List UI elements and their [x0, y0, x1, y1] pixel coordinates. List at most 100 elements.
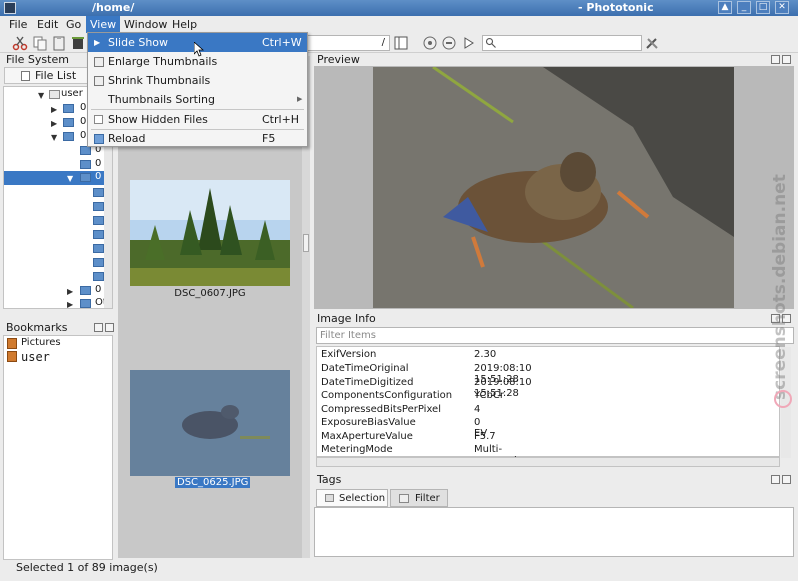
thumbnail-duck[interactable]: [130, 370, 290, 476]
maximize-button[interactable]: □: [756, 1, 770, 14]
window-titlebar: /home/ - Phototonic ▲ _ □ ✕: [0, 0, 798, 16]
bookmark-path-icon[interactable]: [393, 35, 409, 51]
scrollbar-handle[interactable]: [303, 234, 309, 252]
tree-item[interactable]: [4, 270, 112, 284]
cut-icon[interactable]: [12, 35, 28, 51]
file-list-icon: [21, 71, 30, 81]
tree-label: 0: [95, 171, 102, 182]
menu-help[interactable]: Help: [168, 16, 201, 33]
menu-item-shortcut: F5: [262, 132, 276, 145]
info-table-horizontal-scrollbar[interactable]: [316, 457, 780, 467]
expand-arrow-icon[interactable]: ▶: [51, 119, 57, 128]
menu-item-thumbnails-sorting[interactable]: Thumbnails Sorting ▶: [88, 90, 307, 109]
menu-view[interactable]: View: [86, 16, 121, 33]
image-info-dock-header: Image Info: [314, 312, 794, 326]
file-list-label: File List: [35, 69, 77, 82]
info-key: DateTimeOriginal: [321, 363, 409, 374]
tree-label: 0: [80, 116, 87, 127]
menu-item-label: Show Hidden Files: [108, 113, 208, 126]
tree-item[interactable]: [4, 256, 112, 270]
menu-window[interactable]: Window: [120, 16, 171, 33]
image-info-title: Image Info: [317, 312, 376, 325]
preview-pane[interactable]: [314, 66, 794, 309]
tree-item[interactable]: [4, 228, 112, 242]
folder-icon: [93, 188, 104, 197]
minimize-button[interactable]: _: [737, 1, 751, 14]
settings-icon[interactable]: [644, 35, 660, 51]
bookmarks-dock-header: Bookmarks: [3, 321, 115, 335]
tree-item[interactable]: ▶ Ot: [4, 297, 112, 308]
folder-icon: [63, 118, 74, 127]
search-input[interactable]: [482, 35, 642, 51]
search-icon: [485, 37, 496, 48]
folder-icon: [93, 230, 104, 239]
float-dock-icon[interactable]: [771, 55, 780, 64]
collapse-arrow-icon[interactable]: ▼: [38, 91, 44, 100]
close-dock-icon[interactable]: [782, 475, 791, 484]
zoom-out-icon: [94, 76, 104, 86]
expand-arrow-icon[interactable]: ▶: [67, 287, 73, 296]
home-folder-icon: [49, 90, 60, 99]
expand-arrow-icon[interactable]: ▶: [67, 300, 73, 308]
tab-filter[interactable]: Filter: [390, 489, 448, 507]
tree-item-selected[interactable]: ▼ 0: [4, 171, 112, 185]
collapse-arrow-icon[interactable]: ▼: [51, 133, 57, 142]
tree-item[interactable]: [4, 214, 112, 228]
info-value: F5.7: [474, 431, 496, 442]
menu-item-reload[interactable]: Reload F5: [88, 129, 307, 148]
paste-icon[interactable]: [51, 35, 67, 51]
thumbnail-forest[interactable]: [130, 180, 290, 286]
bookmark-item[interactable]: Pictures: [7, 337, 61, 350]
path-field[interactable]: /: [306, 35, 390, 51]
float-dock-icon[interactable]: [771, 475, 780, 484]
file-system-title: File System: [6, 53, 69, 66]
folder-icon: [93, 258, 104, 267]
bookmarks-list[interactable]: Pictures user: [3, 335, 113, 560]
info-value: 2.30: [474, 349, 497, 360]
thumbnail-caption: DSC_0607.JPG: [174, 288, 246, 299]
tree-item[interactable]: ▶ 0: [4, 284, 112, 298]
bookmark-item[interactable]: user: [7, 350, 50, 364]
copy-icon[interactable]: [32, 35, 48, 51]
menu-edit[interactable]: Edit: [33, 16, 62, 33]
image-info-table[interactable]: ExifVersion 2.30 DateTimeOriginal 2019:08:…: [316, 346, 791, 466]
tree-item[interactable]: [4, 200, 112, 214]
bookmark-label: user: [21, 350, 50, 364]
trash-icon[interactable]: [70, 35, 86, 51]
info-key: CompressedBitsPerPixel: [321, 404, 441, 415]
bookmarks-title: Bookmarks: [6, 321, 68, 334]
menu-item-show-hidden-files[interactable]: Show Hidden Files Ctrl+H: [88, 110, 307, 129]
filter-items-input[interactable]: Filter Items: [316, 327, 794, 344]
menu-item-shortcut: Ctrl+H: [262, 113, 300, 126]
tree-label: 0: [95, 158, 102, 169]
menu-item-shrink-thumbnails[interactable]: Shrink Thumbnails: [88, 71, 307, 90]
menu-item-label: Slide Show: [108, 36, 169, 49]
window-title-app: - Phototonic: [578, 1, 654, 14]
collapse-arrow-icon[interactable]: ▼: [67, 174, 73, 183]
tree-item[interactable]: 0: [4, 158, 112, 172]
close-dock-icon[interactable]: [782, 55, 791, 64]
folder-icon: [93, 244, 104, 253]
folder-icon: [93, 216, 104, 225]
app-icon[interactable]: [4, 2, 16, 14]
expand-arrow-icon[interactable]: ▶: [51, 105, 57, 114]
tags-dock-header: Tags: [314, 473, 794, 487]
bookmark-icon: [7, 351, 17, 362]
menu-go[interactable]: Go: [62, 16, 85, 33]
menu-file[interactable]: File: [5, 16, 31, 33]
checkbox-icon: [94, 115, 103, 124]
float-dock-icon[interactable]: [94, 323, 103, 332]
tree-item[interactable]: [4, 242, 112, 256]
refresh-icon[interactable]: [422, 35, 438, 51]
bookmark-icon: [7, 338, 17, 349]
info-key: MeteringMode: [321, 444, 393, 455]
toggle-view-icon[interactable]: [441, 35, 457, 51]
play-icon[interactable]: [460, 35, 476, 51]
keep-above-button[interactable]: ▲: [718, 1, 732, 14]
tree-item[interactable]: [4, 186, 112, 200]
tab-selection[interactable]: Selection: [316, 489, 388, 507]
tags-area[interactable]: [314, 507, 794, 557]
watermark-logo-icon: [774, 390, 792, 408]
close-dock-icon[interactable]: [105, 323, 114, 332]
close-button[interactable]: ✕: [775, 1, 789, 14]
